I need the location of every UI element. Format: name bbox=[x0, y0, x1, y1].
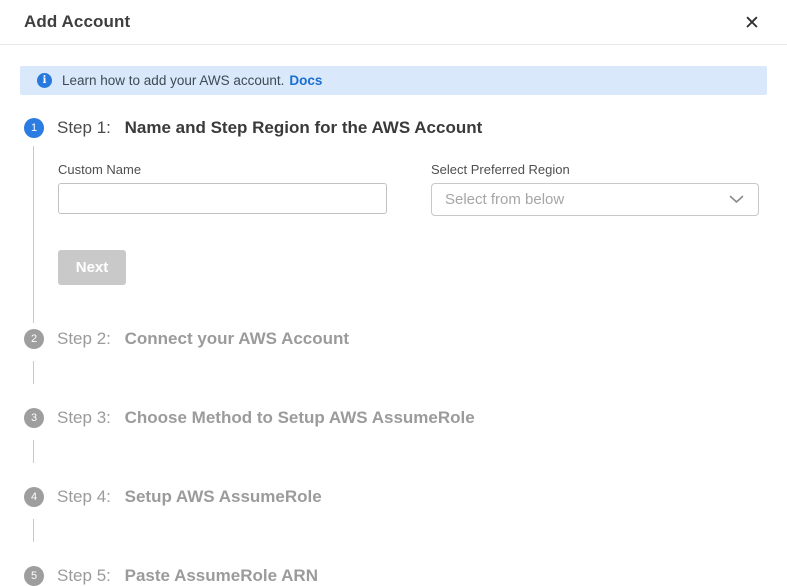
region-label: Select Preferred Region bbox=[431, 162, 759, 177]
region-select-placeholder: Select from below bbox=[445, 191, 564, 208]
step-title: Paste AssumeRole ARN bbox=[125, 566, 318, 585]
next-button[interactable]: Next bbox=[58, 250, 126, 285]
step-5-heading: Step 5: Paste AssumeRole ARN bbox=[57, 566, 318, 586]
custom-name-field-group: Custom Name bbox=[58, 162, 387, 216]
step-1-header: 1 Step 1: Name and Step Region for the A… bbox=[24, 118, 763, 138]
region-field-group: Select Preferred Region Select from belo… bbox=[431, 162, 759, 216]
step-wizard: 1 Step 1: Name and Step Region for the A… bbox=[0, 118, 787, 586]
step-2-badge: 2 bbox=[24, 329, 44, 349]
step-3-header: 3 Step 3: Choose Method to Setup AWS Ass… bbox=[24, 408, 763, 428]
step-prefix: Step 3: bbox=[57, 408, 111, 427]
step-prefix: Step 2: bbox=[57, 329, 111, 348]
step-2-header: 2 Step 2: Connect your AWS Account bbox=[24, 329, 763, 349]
step-title: Connect your AWS Account bbox=[125, 329, 349, 348]
step-connector bbox=[24, 440, 763, 487]
chevron-down-icon bbox=[729, 195, 744, 204]
step-4-heading: Step 4: Setup AWS AssumeRole bbox=[57, 487, 322, 507]
step-3-heading: Step 3: Choose Method to Setup AWS Assum… bbox=[57, 408, 475, 428]
close-icon[interactable]: ✕ bbox=[739, 10, 765, 36]
step-1-heading: Step 1: Name and Step Region for the AWS… bbox=[57, 118, 482, 138]
banner-text: Learn how to add your AWS account. bbox=[62, 73, 284, 88]
info-icon: i bbox=[37, 73, 52, 88]
step-title: Choose Method to Setup AWS AssumeRole bbox=[125, 408, 475, 427]
account-form-row: Custom Name Select Preferred Region Sele… bbox=[58, 162, 763, 216]
custom-name-input[interactable] bbox=[58, 183, 387, 214]
page-title: Add Account bbox=[24, 12, 130, 32]
region-select[interactable]: Select from below bbox=[431, 183, 759, 216]
custom-name-label: Custom Name bbox=[58, 162, 387, 177]
step-4-header: 4 Step 4: Setup AWS AssumeRole bbox=[24, 487, 763, 507]
step-prefix: Step 1: bbox=[57, 118, 111, 137]
step-2-heading: Step 2: Connect your AWS Account bbox=[57, 329, 349, 349]
step-5-header: 5 Step 5: Paste AssumeRole ARN bbox=[24, 566, 763, 586]
step-1-body: Custom Name Select Preferred Region Sele… bbox=[33, 146, 763, 323]
info-banner: i Learn how to add your AWS account. Doc… bbox=[20, 66, 767, 95]
step-5-badge: 5 bbox=[24, 566, 44, 586]
step-connector bbox=[24, 519, 763, 566]
step-3-badge: 3 bbox=[24, 408, 44, 428]
docs-link[interactable]: Docs bbox=[289, 73, 322, 88]
step-prefix: Step 5: bbox=[57, 566, 111, 585]
step-1-badge: 1 bbox=[24, 118, 44, 138]
modal-header: Add Account ✕ bbox=[0, 0, 787, 45]
step-title: Name and Step Region for the AWS Account bbox=[125, 118, 483, 137]
step-connector bbox=[24, 361, 763, 408]
step-prefix: Step 4: bbox=[57, 487, 111, 506]
step-title: Setup AWS AssumeRole bbox=[125, 487, 322, 506]
step-4-badge: 4 bbox=[24, 487, 44, 507]
